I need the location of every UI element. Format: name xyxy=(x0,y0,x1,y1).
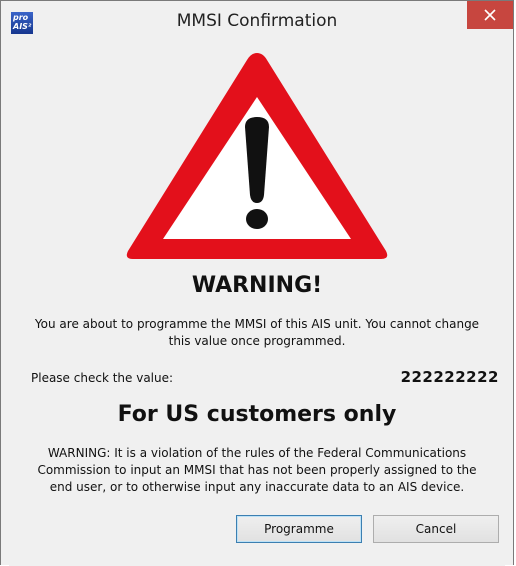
mmsi-confirmation-dialog: pro AIS² MMSI Confirmation WARNING! You … xyxy=(0,0,514,566)
cancel-button[interactable]: Cancel xyxy=(373,515,499,543)
close-button[interactable] xyxy=(467,1,513,29)
warning-heading: WARNING! xyxy=(191,273,323,298)
us-customers-heading: For US customers only xyxy=(117,402,397,427)
mmsi-value: 222222222 xyxy=(400,368,499,386)
window-title: MMSI Confirmation xyxy=(176,11,338,31)
dialog-body: WARNING! You are about to programme the … xyxy=(9,45,505,566)
close-icon xyxy=(484,9,496,21)
warning-triangle-icon xyxy=(126,53,388,259)
check-value-label: Please check the value: xyxy=(31,371,174,385)
programme-button[interactable]: Programme xyxy=(236,515,362,543)
title-bar[interactable]: pro AIS² MMSI Confirmation xyxy=(1,1,513,45)
fcc-warning-message: WARNING: It is a violation of the rules … xyxy=(37,446,477,494)
programme-warning-message: You are about to programme the MMSI of t… xyxy=(34,317,480,348)
